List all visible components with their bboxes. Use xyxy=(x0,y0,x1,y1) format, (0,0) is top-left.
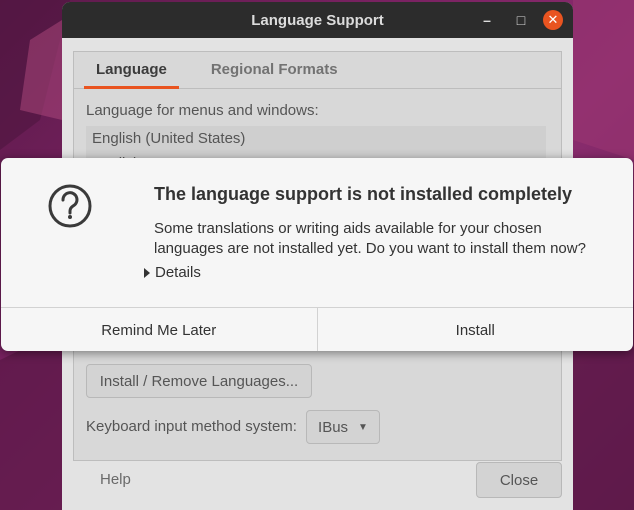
help-button[interactable]: Help xyxy=(100,471,131,488)
details-expander[interactable]: Details xyxy=(144,264,201,281)
install-prompt-dialog: The language support is not installed co… xyxy=(1,158,633,351)
tab-language[interactable]: Language xyxy=(74,52,189,89)
close-button[interactable]: Close xyxy=(476,462,562,498)
dropdown-caret-icon: ▼ xyxy=(358,421,368,433)
keyboard-input-label: Keyboard input method system: xyxy=(86,418,297,435)
window-titlebar[interactable]: Language Support – □ ✕ xyxy=(62,2,573,38)
keyboard-input-select[interactable]: IBus ▼ xyxy=(306,410,380,444)
details-label: Details xyxy=(155,264,201,281)
close-icon[interactable]: ✕ xyxy=(543,10,563,30)
dialog-message: Some translations or writing aids availa… xyxy=(154,220,586,257)
language-label: Language for menus and windows: xyxy=(86,102,319,119)
expander-icon xyxy=(144,267,150,278)
language-item[interactable]: English (United States) xyxy=(86,126,546,151)
dialog-actions: Remind Me Later Install xyxy=(1,307,633,351)
remind-me-later-button[interactable]: Remind Me Later xyxy=(1,308,317,351)
dialog-title: The language support is not installed co… xyxy=(154,184,573,204)
install-remove-languages-button[interactable]: Install / Remove Languages... xyxy=(86,364,312,398)
question-icon xyxy=(48,184,92,228)
tab-regional-formats[interactable]: Regional Formats xyxy=(189,52,360,88)
tab-bar: Language Regional Formats xyxy=(74,52,561,89)
install-button[interactable]: Install xyxy=(316,308,634,351)
maximize-icon[interactable]: □ xyxy=(511,10,531,30)
keyboard-input-value: IBus xyxy=(318,418,349,436)
window-title: Language Support xyxy=(251,11,384,29)
minimize-icon[interactable]: – xyxy=(477,10,497,30)
